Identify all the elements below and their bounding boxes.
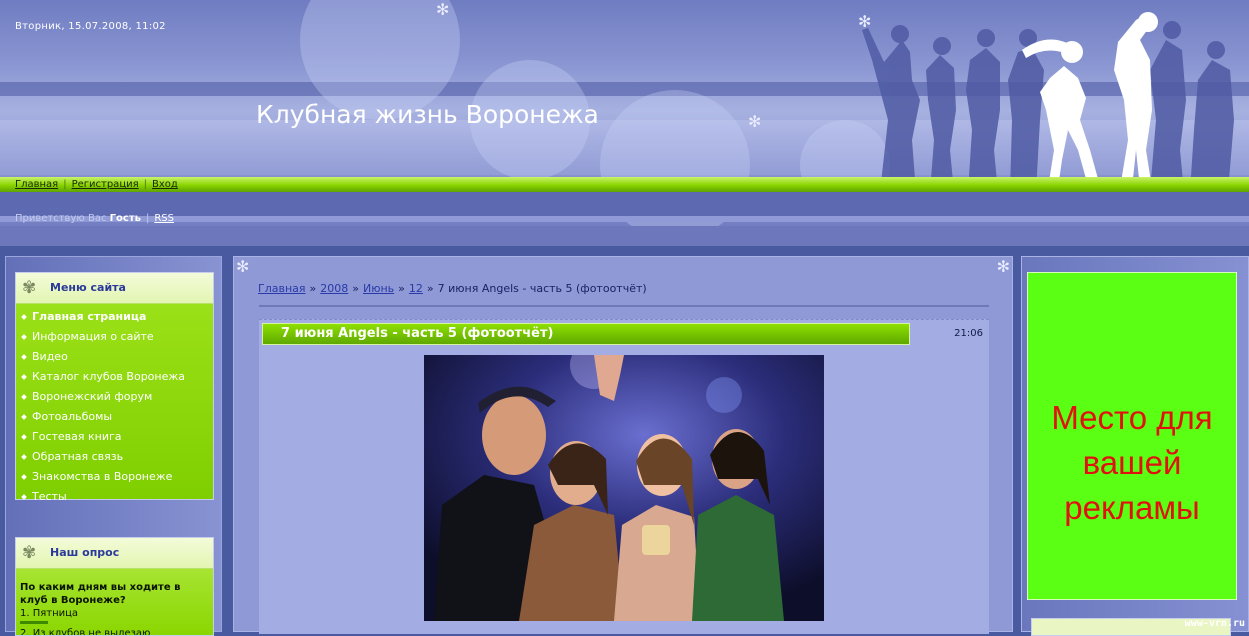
bullet-icon: [21, 434, 27, 440]
header-band: [0, 216, 1249, 222]
breadcrumb-separator: »: [398, 282, 405, 295]
bullet-icon: [21, 354, 27, 360]
menu-item-label: Информация о сайте: [32, 330, 154, 343]
menu-item-label: Тесты: [32, 490, 67, 503]
bullet-icon: [21, 314, 27, 320]
breadcrumb-separator: »: [426, 282, 434, 295]
site-header: ✻ ✻ ✻ ✻ Вторник, 15.07.2008, 11:: [0, 0, 1249, 246]
rss-link[interactable]: RSS: [154, 213, 174, 224]
menu-item-club-catalog[interactable]: Каталог клубов Воронежа: [16, 367, 213, 387]
site-menu-block: ✾ Меню сайта Главная страница Информация…: [15, 272, 214, 503]
greeting-bar: Приветствую Вас Гость | RSS: [15, 213, 174, 224]
greeting-user: Гость: [109, 213, 141, 224]
header-band: [0, 192, 1249, 216]
poll-option[interactable]: 2. Из клубов не вылезаю: [20, 627, 209, 635]
nav-separator: |: [63, 179, 67, 190]
right-sidebar: Место для вашей рекламы: [1021, 256, 1249, 636]
header-band: [0, 226, 1249, 246]
poll-title: Наш опрос: [50, 546, 120, 559]
breadcrumb: Главная» 2008» Июнь» 12» 7 июня Angels - час…: [258, 282, 647, 295]
menu-item-label: Фотоальбомы: [32, 410, 113, 423]
site-menu-list: Главная страница Информация о сайте Виде…: [16, 304, 213, 503]
site-title: Клубная жизнь Воронежа: [256, 100, 599, 129]
entry-time: 21:06: [954, 328, 983, 339]
bullet-icon: [21, 374, 27, 380]
bullet-icon: [21, 474, 27, 480]
menu-item-label: Гостевая книга: [32, 430, 122, 443]
menu-item-video[interactable]: Видео: [16, 347, 213, 367]
menu-item-label: Видео: [32, 350, 68, 363]
nav-link-register[interactable]: Регистрация: [72, 179, 139, 190]
breadcrumb-current: 7 июня Angels - часть 5 (фотоотчёт): [437, 282, 647, 295]
poll-result-bar: [20, 621, 48, 624]
news-entry: 7 июня Angels - часть 5 (фотоотчёт) 21:0…: [259, 319, 989, 634]
menu-item-photo-albums[interactable]: Фотоальбомы: [16, 407, 213, 427]
poll-question: По каким дням вы ходите в клуб в Воронеж…: [20, 582, 181, 606]
flower-icon: ✾: [22, 543, 37, 563]
breadcrumb-separator: »: [352, 282, 359, 295]
menu-item-label: Главная страница: [32, 310, 147, 323]
menu-item-guestbook[interactable]: Гостевая книга: [16, 427, 213, 447]
ad-banner[interactable]: Место для вашей рекламы: [1027, 272, 1237, 600]
menu-item-label: Воронежский форум: [32, 390, 153, 403]
breadcrumb-link-day[interactable]: 12: [409, 282, 423, 295]
bullet-icon: [21, 494, 27, 500]
menu-item-dating[interactable]: Знакомства в Воронеже: [16, 467, 213, 487]
greeting-separator: |: [145, 213, 150, 224]
site-menu-header: ✾ Меню сайта: [16, 273, 213, 304]
watermark: www-vrn.ru: [1184, 618, 1245, 629]
dancers-silhouette-illustration: [862, 12, 1234, 192]
header-green-bar: [0, 177, 1249, 192]
event-photo[interactable]: [424, 355, 824, 621]
left-sidebar: ✾ Меню сайта Главная страница Информация…: [5, 256, 222, 636]
nav-separator: |: [143, 179, 148, 190]
star-icon: ✻: [436, 0, 450, 19]
greeting-prefix: Приветствую Вас: [15, 213, 107, 224]
top-navigation: Главная | Регистрация | Вход: [15, 179, 178, 190]
bullet-icon: [21, 334, 27, 340]
breadcrumb-link-year[interactable]: 2008: [320, 282, 348, 295]
poll-header: ✾ Наш опрос: [16, 538, 213, 569]
breadcrumb-separator: »: [309, 282, 317, 295]
bullet-icon: [21, 414, 27, 420]
current-datetime: Вторник, 15.07.2008, 11:02: [15, 21, 166, 32]
poll-option[interactable]: 1. Пятница: [20, 607, 209, 620]
menu-item-label: Знакомства в Воронеже: [32, 470, 173, 483]
ad-line: рекламы: [1064, 489, 1200, 526]
nav-link-home[interactable]: Главная: [15, 179, 58, 190]
breadcrumb-link-home[interactable]: Главная: [258, 282, 306, 295]
ad-line: Место для: [1051, 399, 1213, 436]
poll-body: По каким дням вы ходите в клуб в Воронеж…: [16, 569, 213, 635]
site-menu-title: Меню сайта: [50, 281, 126, 294]
nav-link-login[interactable]: Вход: [152, 179, 178, 190]
menu-item-about[interactable]: Информация о сайте: [16, 327, 213, 347]
star-icon: ✻: [236, 257, 250, 276]
flower-icon: ✾: [22, 278, 37, 298]
main-content: ✻ ✻ Главная» 2008» Июнь» 12» 7 июня Angels -…: [233, 256, 1013, 634]
bullet-icon: [21, 454, 27, 460]
bullet-icon: [21, 394, 27, 400]
menu-item-home[interactable]: Главная страница: [16, 307, 213, 327]
menu-item-forum[interactable]: Воронежский форум: [16, 387, 213, 407]
menu-item-label: Каталог клубов Воронежа: [32, 370, 186, 383]
star-icon: ✻: [996, 257, 1010, 276]
menu-item-label: Обратная связь: [32, 450, 124, 463]
divider: [259, 305, 989, 307]
entry-title[interactable]: 7 июня Angels - часть 5 (фотоотчёт): [262, 323, 910, 345]
ad-line: вашей: [1082, 444, 1182, 481]
star-icon: ✻: [748, 112, 762, 131]
menu-item-tests[interactable]: Тесты: [16, 487, 213, 507]
breadcrumb-link-month[interactable]: Июнь: [363, 282, 394, 295]
ad-text: Место для вашей рекламы: [1028, 395, 1236, 530]
poll-block: ✾ Наш опрос По каким дням вы ходите в кл…: [15, 537, 214, 636]
menu-item-feedback[interactable]: Обратная связь: [16, 447, 213, 467]
